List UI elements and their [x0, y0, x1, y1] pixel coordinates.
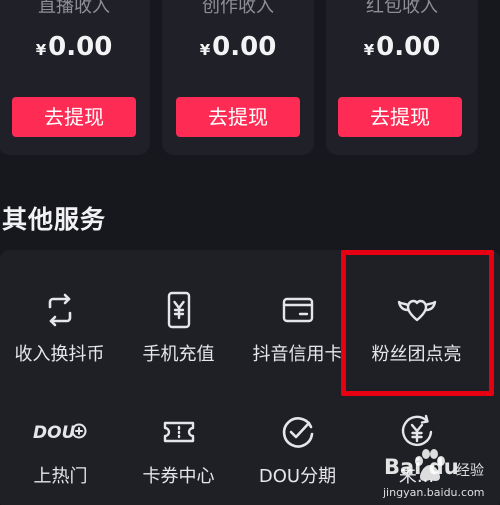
earnings-card-creation: 创作收入 ¥0.00 去提现 [162, 0, 314, 155]
yen-refresh-icon [397, 412, 437, 452]
credit-card-icon [278, 290, 318, 330]
installment-check-icon [278, 412, 318, 452]
ticket-icon [159, 412, 199, 452]
earnings-card-live: 直播收入 ¥0.00 去提现 [0, 0, 150, 155]
section-title-other-services: 其他服务 [2, 205, 107, 234]
service-dou-plus[interactable]: DOU 上热门 [0, 412, 123, 492]
withdraw-button[interactable]: 去提现 [12, 97, 136, 137]
earnings-amount: ¥0.00 [199, 32, 277, 62]
earnings-card-title: 创作收入 [202, 0, 274, 17]
service-label: 手机充值 [142, 344, 215, 365]
service-exchange-coins[interactable]: 收入换抖币 [0, 290, 122, 370]
dou-plus-icon: DOU [31, 412, 91, 452]
exchange-icon [40, 290, 80, 330]
phone-recharge-icon [159, 290, 199, 330]
earnings-amount: ¥0.00 [35, 32, 113, 62]
service-dou-installment[interactable]: DOU分期 [235, 412, 360, 492]
withdraw-button[interactable]: 去提现 [176, 97, 300, 137]
highlight-box [341, 250, 494, 396]
earnings-card-redpacket: 红包收入 ¥0.00 去提现 [326, 0, 478, 155]
earnings-card-title: 红包收入 [366, 0, 438, 17]
service-coupon-center[interactable]: 卡券中心 [116, 412, 241, 492]
service-phone-recharge[interactable]: 手机充值 [116, 290, 241, 370]
withdraw-button[interactable]: 去提现 [338, 97, 462, 137]
earnings-amount: ¥0.00 [363, 32, 441, 62]
watermark-suffix: 经验 [456, 463, 484, 479]
service-label: 卡券中心 [142, 466, 215, 487]
watermark-brand: Bai du [384, 455, 459, 479]
service-label: DOU分期 [258, 466, 337, 487]
watermark-url: jingyan.baidu.com [383, 486, 485, 499]
svg-text:DOU: DOU [33, 423, 76, 443]
service-label: 收入换抖币 [14, 344, 105, 365]
service-label: 上热门 [33, 466, 88, 487]
earnings-card-title: 直播收入 [38, 0, 110, 17]
